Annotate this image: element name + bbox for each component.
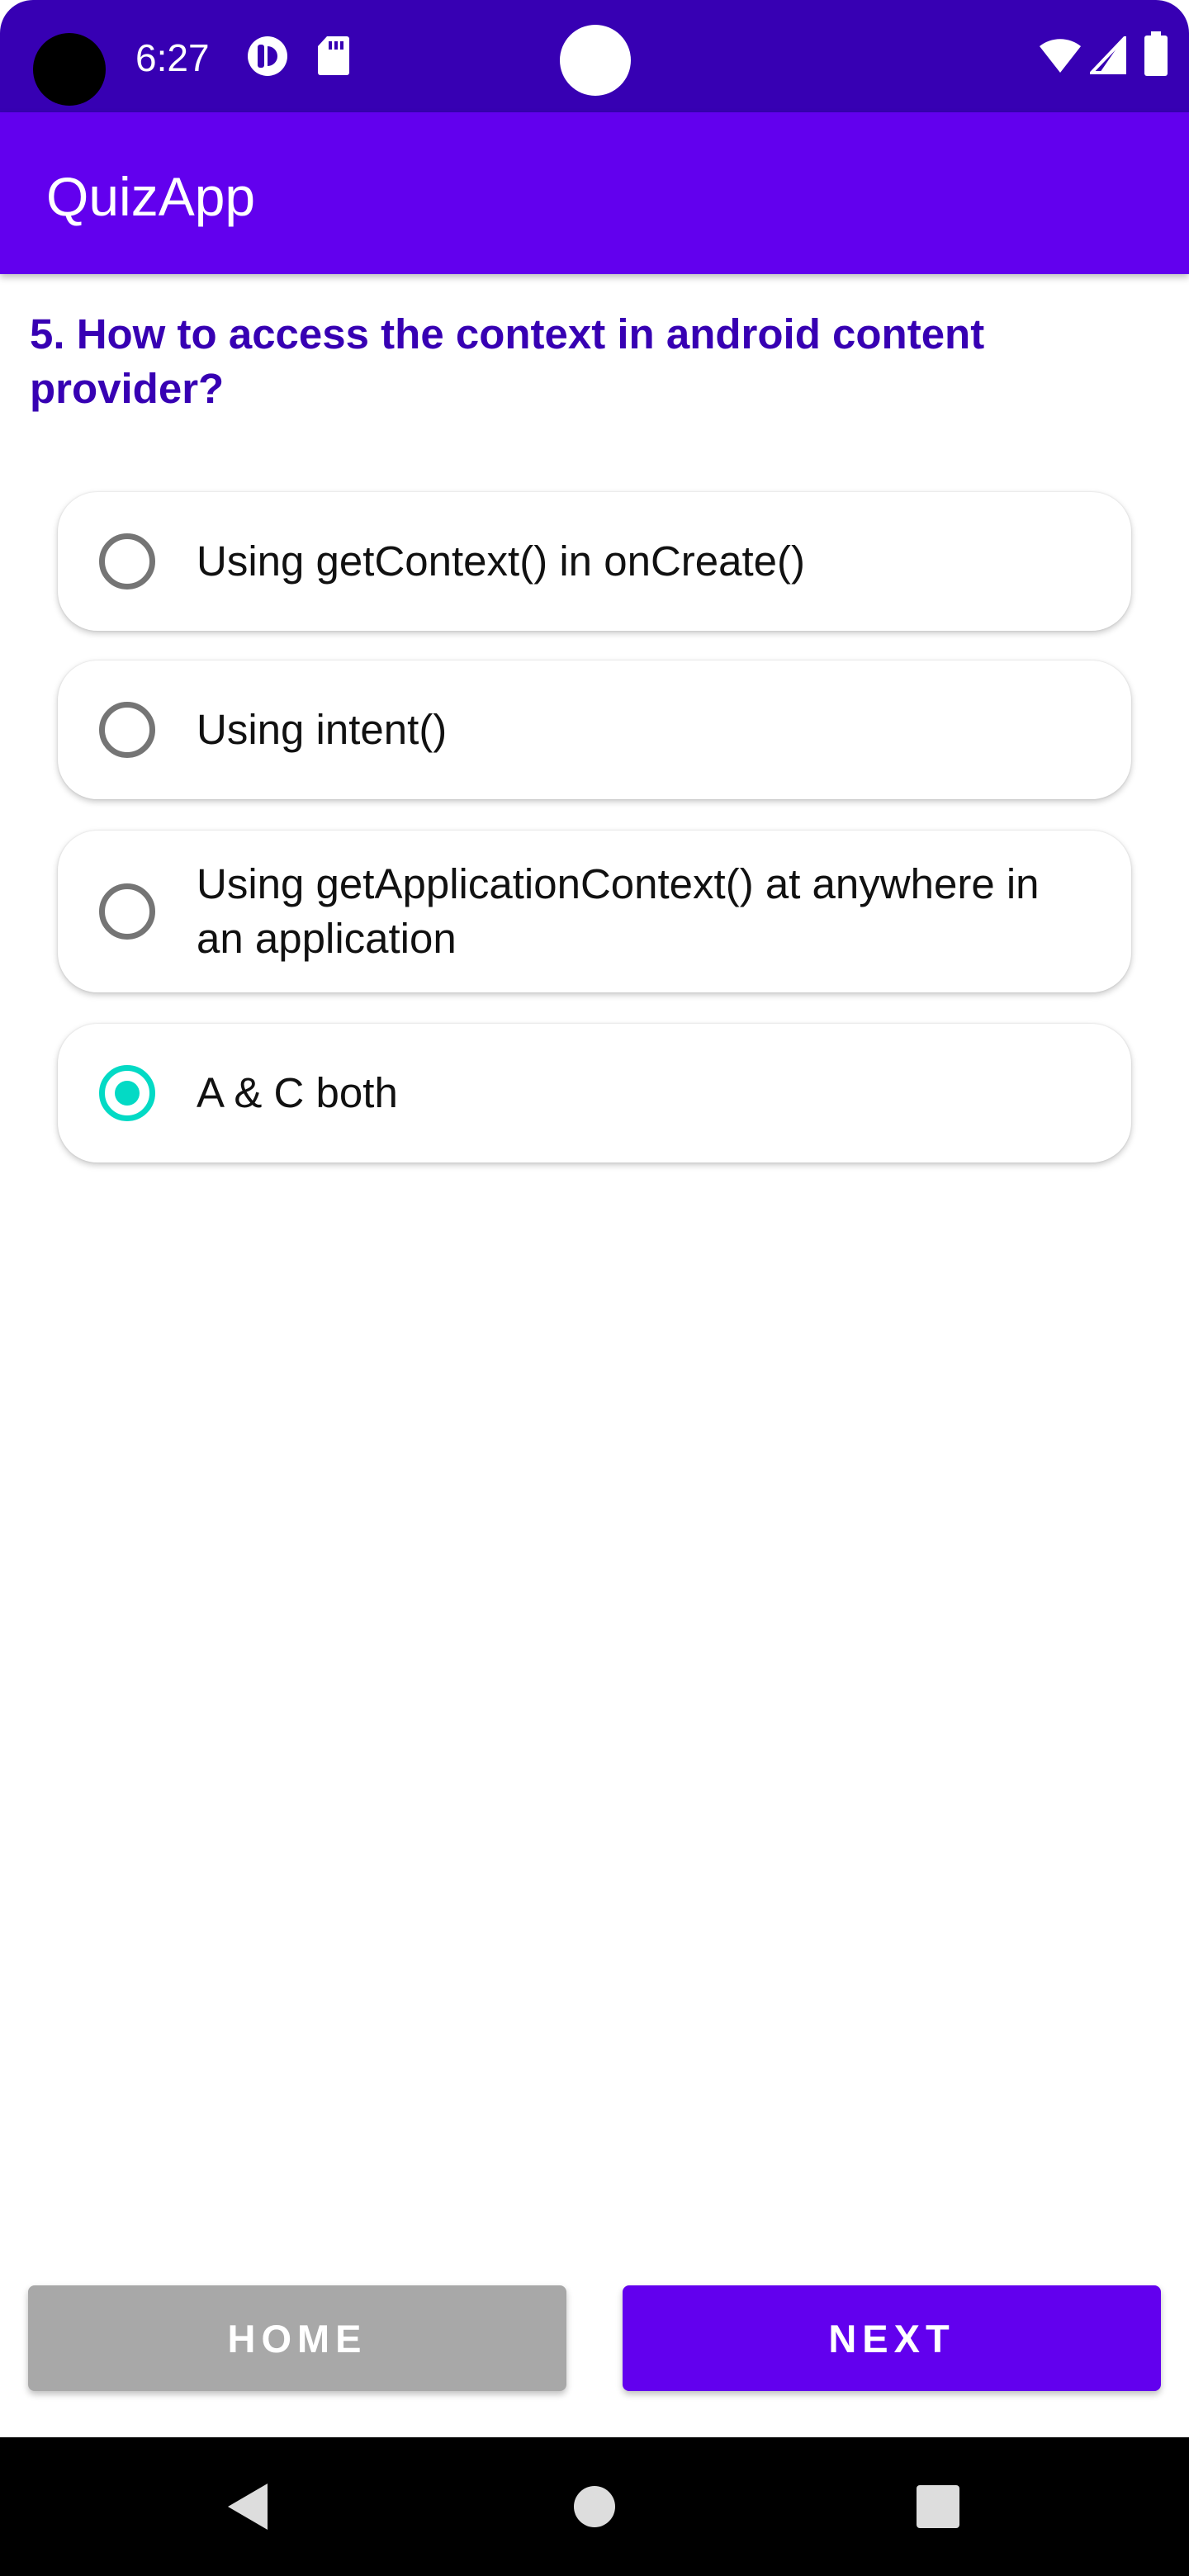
status-time: 6:27 bbox=[135, 36, 210, 79]
recents-icon[interactable] bbox=[917, 2485, 959, 2532]
question-text: 5. How to access the context in android … bbox=[30, 310, 985, 412]
notification-dot bbox=[560, 25, 631, 96]
home-button[interactable]: HOME bbox=[28, 2285, 566, 2391]
option-label: Using getApplicationContext() at anywher… bbox=[197, 860, 1040, 962]
radio-button-icon[interactable] bbox=[99, 533, 155, 590]
option-label: A & C both bbox=[197, 1069, 398, 1116]
option-label: Using getContext() in onCreate() bbox=[197, 537, 805, 585]
wifi-icon bbox=[1039, 36, 1082, 78]
home-icon[interactable] bbox=[573, 2485, 616, 2532]
signal-icon bbox=[1087, 34, 1126, 78]
option-3[interactable]: Using getApplicationContext() at anywher… bbox=[58, 831, 1131, 992]
sd-card-icon bbox=[317, 35, 350, 80]
next-button[interactable]: NEXT bbox=[623, 2285, 1161, 2391]
radio-button-icon[interactable] bbox=[99, 702, 155, 758]
camera-cutout bbox=[33, 33, 106, 106]
option-4[interactable]: A & C both bbox=[58, 1024, 1131, 1163]
battery-icon bbox=[1144, 31, 1168, 80]
option-label: Using intent() bbox=[197, 706, 448, 753]
option-2[interactable]: Using intent() bbox=[58, 661, 1131, 799]
option-1[interactable]: Using getContext() in onCreate() bbox=[58, 492, 1131, 631]
back-icon[interactable] bbox=[226, 2482, 269, 2536]
status-bar: 6:27 bbox=[0, 0, 1189, 112]
radio-button-icon[interactable] bbox=[99, 883, 155, 940]
app-bar: QuizApp bbox=[0, 112, 1189, 274]
app-title: QuizApp bbox=[46, 166, 256, 227]
navigation-bar bbox=[0, 2437, 1189, 2576]
radio-button-selected-icon[interactable] bbox=[99, 1065, 155, 1121]
media-icon bbox=[246, 35, 289, 82]
